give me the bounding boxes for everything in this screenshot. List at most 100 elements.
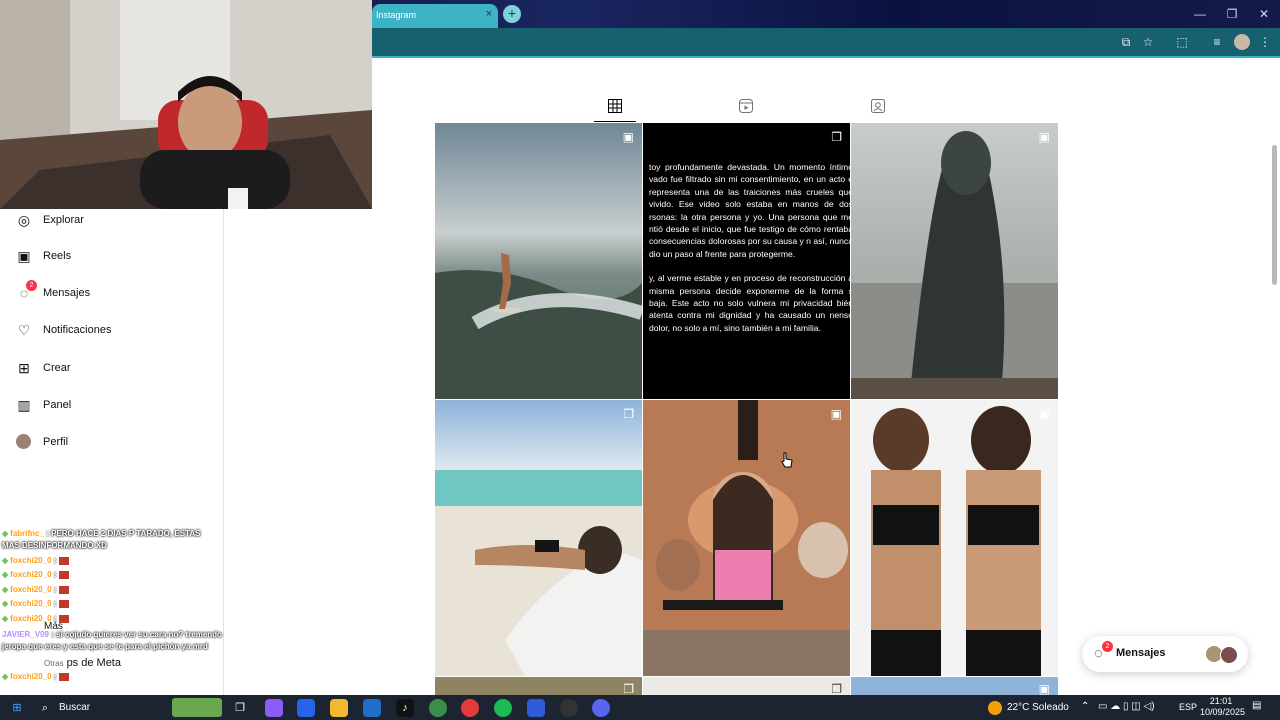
outlook-icon[interactable] — [363, 699, 381, 717]
post-paragraph: toy profundamente devastada. Un momento … — [649, 162, 850, 259]
chat-line: MAS DESINFORMANDO XD — [2, 541, 107, 550]
post-thumbnail-statement[interactable]: toy profundamente devastada. Un momento … — [643, 123, 850, 399]
sidebar-item-label: Crear — [43, 362, 71, 374]
sidebar-item-label: Explorar — [43, 214, 84, 226]
carousel-icon: ❐ — [831, 682, 842, 695]
tab-reels-icon[interactable] — [738, 99, 754, 115]
task-view-icon[interactable]: ❐ — [231, 699, 249, 717]
emote-icon — [59, 672, 70, 681]
extensions-icon[interactable]: ⬚ — [1174, 34, 1190, 50]
language-indicator[interactable]: ESP — [1179, 702, 1197, 712]
emote-icon — [59, 614, 70, 623]
notifications-icon[interactable]: ▤ — [1252, 700, 1261, 711]
close-tab-icon[interactable]: × — [486, 8, 492, 20]
carousel-icon: ❐ — [623, 407, 634, 421]
plus-square-icon: ⊞ — [18, 360, 30, 376]
taskbar-search-label[interactable]: Buscar — [59, 702, 90, 713]
sidebar-item-label: Perfil — [43, 436, 69, 448]
hand-cursor-icon — [781, 452, 793, 468]
post-image — [643, 400, 850, 676]
post-thumbnail-kitchen[interactable]: ▣ — [643, 400, 850, 676]
browser-tab-instagram[interactable]: Instagram × — [372, 4, 498, 28]
post-paragraph: y, al verme estable y en proceso de reco… — [649, 273, 850, 333]
chevron-up-icon[interactable]: ⌃ — [1081, 701, 1089, 712]
messenger-icon: ◌ 2 — [16, 280, 37, 301]
avatar — [1220, 646, 1238, 664]
search-highlight-image — [172, 698, 222, 717]
bar-chart-icon: ▥ — [17, 397, 31, 413]
reel-icon: ▣ — [1038, 130, 1050, 144]
sun-weather-icon — [988, 701, 1002, 715]
sidebar-item-notificaciones[interactable]: ♡ Notificaciones — [16, 319, 112, 341]
chat-line: ◆ foxchi20_0 : — [2, 672, 70, 681]
sidebar-item-mensajes[interactable]: ◌ 2 Mensajes — [16, 280, 90, 304]
emote-icon — [59, 556, 70, 565]
tray-icons[interactable]: ▭ ☁ ▯ ◫ ◁) — [1098, 701, 1155, 712]
emote-icon — [59, 585, 70, 594]
clock-date[interactable]: 10/09/2025 — [1200, 707, 1245, 717]
new-tab-button[interactable]: + — [503, 5, 521, 23]
chat-line: ◆ foxchi20_0 : — [2, 614, 70, 623]
copilot-icon[interactable] — [265, 699, 283, 717]
post-text: toy profundamente devastada. Un momento … — [649, 161, 850, 346]
reel-icon: ▣ — [1038, 682, 1050, 695]
restore-button[interactable]: ❐ — [1216, 0, 1248, 28]
messages-label: Mensajes — [1116, 647, 1166, 659]
store-icon[interactable] — [297, 699, 315, 717]
unread-badge: 2 — [1102, 641, 1113, 652]
profile-avatar[interactable] — [1234, 34, 1250, 50]
post-thumbnail-hooded-figure[interactable]: ▣ — [851, 123, 1058, 399]
tiktok-icon[interactable]: ♪ — [396, 699, 414, 717]
reel-icon: ▣ — [622, 130, 634, 144]
tab-tagged-icon[interactable] — [870, 99, 886, 115]
search-icon[interactable]: ⌕ — [38, 699, 52, 717]
toolbar-divider — [372, 56, 1280, 58]
heart-icon: ♡ — [17, 322, 31, 338]
close-window-button[interactable]: ✕ — [1248, 0, 1280, 28]
file-explorer-icon[interactable] — [330, 699, 348, 717]
post-thumbnail-row3-2[interactable]: ❐ — [643, 677, 850, 695]
tab-posts-grid-icon[interactable] — [607, 99, 623, 115]
weather-text[interactable]: 22°C Soleado — [1007, 702, 1069, 713]
spotify-icon[interactable] — [494, 699, 512, 717]
sidebar-item-label: Panel — [43, 399, 72, 411]
minimize-button[interactable]: — — [1184, 0, 1216, 28]
post-thumbnail-surfer[interactable]: ▣ — [435, 123, 642, 399]
chrome-icon[interactable] — [429, 699, 447, 717]
window-controls: — ❐ ✕ — [1184, 0, 1280, 28]
post-image — [435, 123, 642, 399]
windows-start-icon[interactable]: ⊞ — [8, 699, 26, 717]
carousel-icon: ❐ — [831, 130, 842, 144]
bookmark-star-icon[interactable]: ☆ — [1140, 34, 1156, 50]
post-thumbnail-row3-3[interactable]: ▣ — [851, 677, 1058, 695]
sidebar-item-crear[interactable]: ⊞ Crear — [16, 357, 71, 379]
chat-line: ◆ foxchi20_0 : — [2, 556, 70, 565]
sidebar-item-perfil[interactable]: Perfil — [16, 431, 68, 453]
sidebar-item-explorar[interactable]: ◎ Explorar — [16, 209, 84, 231]
messages-floating-button[interactable]: ◌ 2 Mensajes — [1082, 636, 1248, 672]
sidebar-item-reels[interactable]: ▣ Reels — [16, 245, 71, 267]
media-control-icon[interactable]: ≡ — [1209, 34, 1225, 50]
chat-line: ◆ foxchi20_0 : — [2, 570, 70, 579]
reel-icon: ▣ — [1038, 407, 1050, 421]
post-image — [435, 400, 642, 676]
clock-time[interactable]: 21:01 — [1202, 696, 1240, 706]
post-thumbnail-row3-1[interactable]: ❐ — [435, 677, 642, 695]
install-app-icon[interactable]: ⧉ — [1118, 34, 1134, 50]
discord-icon[interactable] — [592, 699, 610, 717]
app-icon[interactable] — [527, 699, 545, 717]
page-scrollbar[interactable] — [1272, 145, 1277, 285]
tab-title: Instagram — [376, 10, 417, 20]
carousel-icon: ❐ — [623, 682, 634, 695]
browser-app-icon[interactable] — [461, 699, 479, 717]
stream-chat-overlay: ◆ fabrifnc_ : PERO HACE 2 DIAS P TARADO, … — [0, 527, 223, 687]
windows-taskbar: ⊞ ⌕ Buscar ❐ ♪ 22°C Soleado ⌃ ▭ ☁ ▯ ◫ ◁)… — [0, 695, 1280, 720]
menu-kebab-icon[interactable]: ⋮ — [1257, 34, 1273, 50]
post-thumbnail-fitness[interactable]: ▣ — [851, 400, 1058, 676]
post-thumbnail-beach[interactable]: ❐ — [435, 400, 642, 676]
webcam-overlay — [0, 0, 372, 209]
obs-icon[interactable] — [560, 699, 578, 717]
active-tab-indicator — [594, 121, 636, 122]
chat-line: ◆ fabrifnc_ : PERO HACE 2 DIAS P TARADO, … — [2, 529, 201, 538]
sidebar-item-panel[interactable]: ▥ Panel — [16, 394, 71, 416]
